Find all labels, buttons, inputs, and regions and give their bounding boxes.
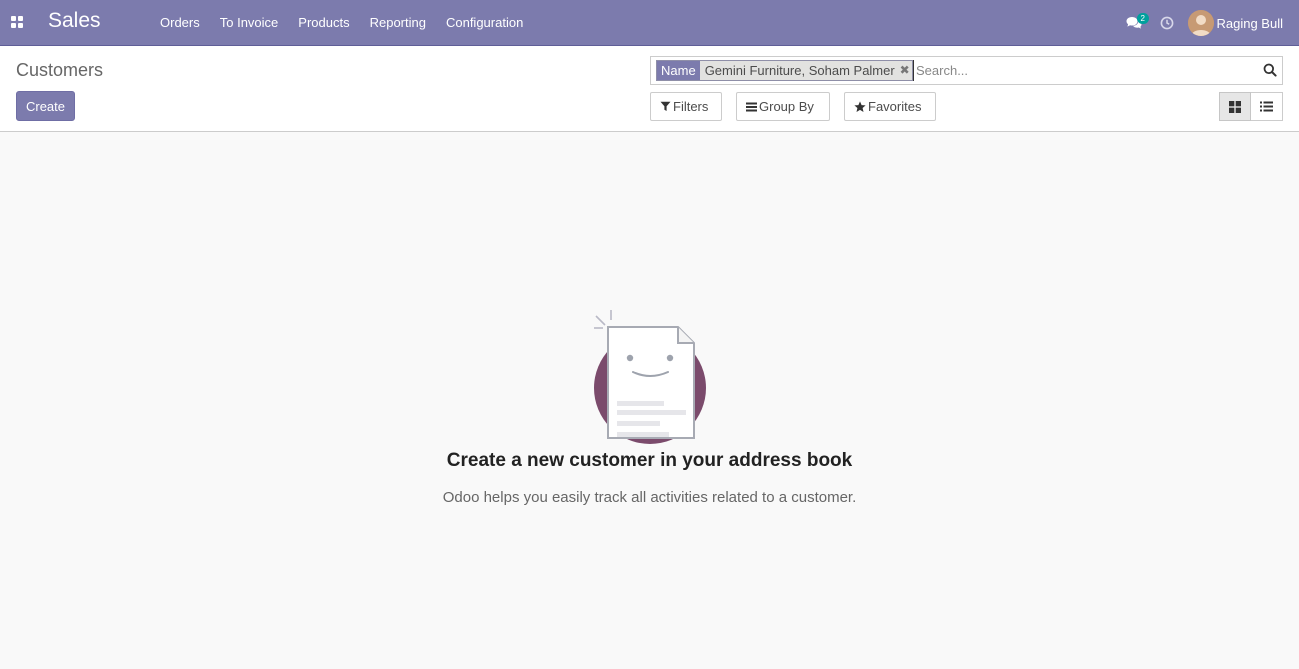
- menu-item-reporting[interactable]: Reporting: [360, 0, 436, 46]
- group-by-label: Group By: [759, 99, 814, 114]
- messages-count-badge: 2: [1136, 13, 1149, 24]
- empty-state-helper: Create a new customer in your address bo…: [0, 132, 1299, 669]
- kanban-view-icon: [1229, 100, 1241, 113]
- filter-icon: [660, 101, 671, 112]
- favorites-button[interactable]: Favorites: [844, 92, 936, 121]
- clock-icon: [1160, 16, 1173, 30]
- menu-item-configuration[interactable]: Configuration: [436, 0, 533, 46]
- facet-category: Name: [657, 61, 700, 80]
- facet-values: Gemini Furniture, Soham Palmer: [704, 63, 895, 78]
- view-switcher: [1219, 92, 1283, 121]
- kanban-view-button[interactable]: [1219, 92, 1251, 121]
- control-panel: Customers Create Name Gemini Furniture, …: [0, 46, 1299, 132]
- search-bar: Name Gemini Furniture, Soham Palmer ✖: [650, 56, 1283, 85]
- app-menu-button[interactable]: [4, 8, 30, 36]
- activity-menu[interactable]: [1152, 0, 1182, 46]
- filters-button[interactable]: Filters: [650, 92, 722, 121]
- star-icon: [854, 100, 866, 113]
- create-button[interactable]: Create: [16, 91, 75, 121]
- main-menu: Orders To Invoice Products Reporting Con…: [150, 0, 533, 46]
- avatar: [1187, 10, 1214, 36]
- menu-item-products[interactable]: Products: [288, 0, 359, 46]
- user-menu[interactable]: Raging Bull: [1182, 0, 1299, 46]
- bars-icon: [746, 102, 757, 112]
- app-brand[interactable]: Sales: [48, 9, 101, 33]
- empty-state-text: Odoo helps you easily track all activiti…: [442, 489, 857, 506]
- list-view-icon: [1260, 101, 1273, 112]
- remove-facet-icon[interactable]: ✖: [898, 61, 912, 80]
- menu-item-orders[interactable]: Orders: [150, 0, 210, 46]
- top-navbar: Sales Orders To Invoice Products Reporti…: [0, 0, 1299, 46]
- empty-state-title: Create a new customer in your address bo…: [446, 450, 853, 471]
- search-facet: Name Gemini Furniture, Soham Palmer ✖: [656, 60, 913, 81]
- group-by-button[interactable]: Group By: [736, 92, 830, 121]
- list-view-button[interactable]: [1251, 92, 1283, 121]
- smiling-document-illustration: [594, 310, 706, 444]
- search-icon[interactable]: [1263, 63, 1277, 80]
- messaging-menu[interactable]: 2: [1118, 0, 1150, 46]
- user-name: Raging Bull: [1216, 15, 1284, 31]
- favorites-label: Favorites: [868, 99, 922, 114]
- apps-grid-icon: [11, 16, 23, 28]
- systray: 2 Raging Bull: [1118, 0, 1299, 46]
- filters-label: Filters: [673, 99, 709, 114]
- search-input[interactable]: [913, 60, 1253, 81]
- page-title: Customers: [16, 60, 104, 80]
- menu-item-to-invoice[interactable]: To Invoice: [210, 0, 289, 46]
